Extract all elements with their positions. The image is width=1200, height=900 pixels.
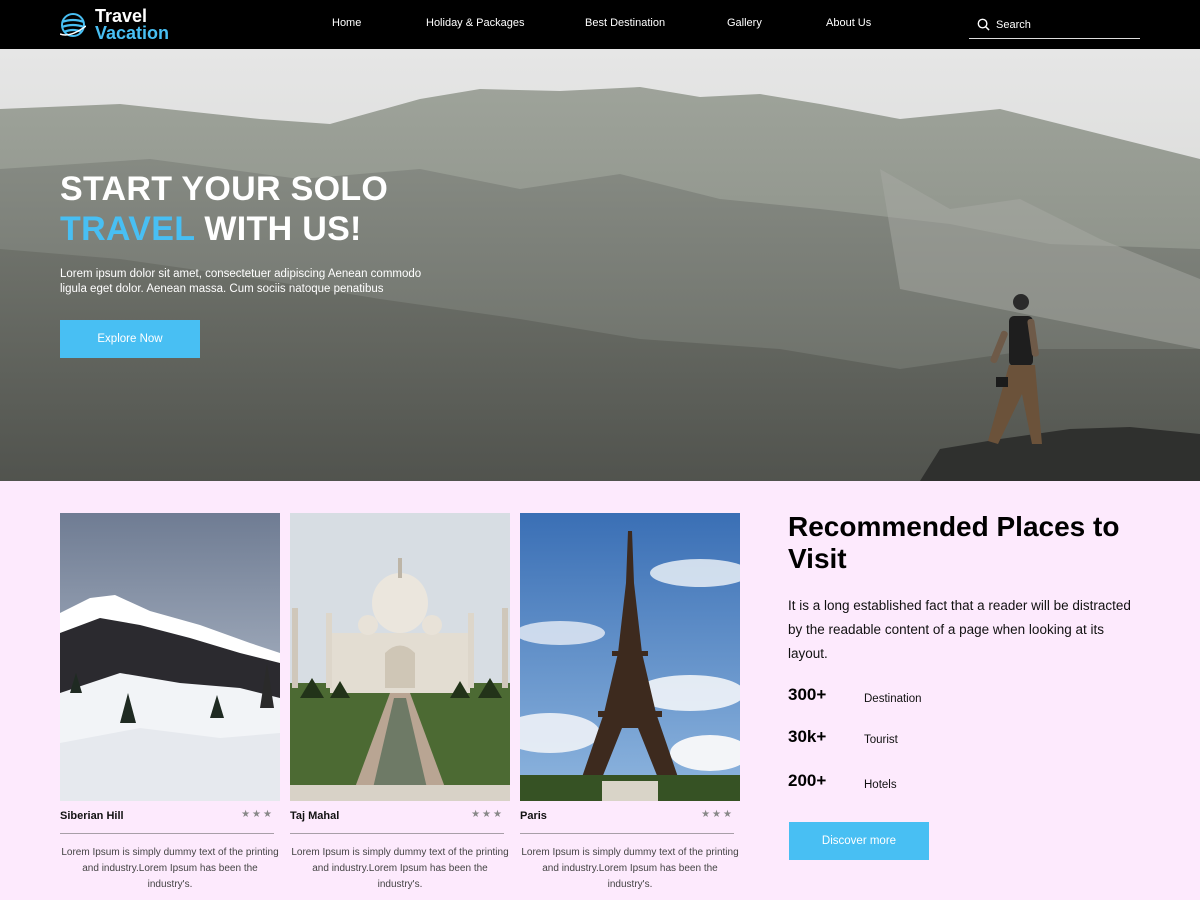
snowy-hill-photo [60,513,280,801]
card-header: Taj Mahal ★★★ [290,801,504,834]
taj-mahal-photo [290,513,510,801]
nav-link-gallery[interactable]: Gallery [727,17,762,29]
eiffel-tower-photo [520,513,740,801]
top-navbar: Travel Vacation Home Holiday & Packages … [0,0,1200,49]
explore-now-button[interactable]: Explore Now [60,320,200,358]
hero-heading-line2: TRAVEL WITH US! [60,209,388,249]
star-rating-icon: ★★★ [701,809,734,820]
nav-link-best-destination[interactable]: Best Destination [585,17,665,29]
destination-card-taj-mahal[interactable]: Taj Mahal ★★★ Lorem Ipsum is simply dumm… [290,513,510,893]
stat-hotels-label: Hotels [864,779,897,791]
card-description: Lorem Ipsum is simply dummy text of the … [521,847,739,890]
stat-tourist-label: Tourist [864,734,898,746]
card-title: Taj Mahal [290,810,340,822]
stat-destination-label: Destination [864,693,922,705]
search-box [969,11,1140,39]
card-description: Lorem Ipsum is simply dummy text of the … [61,847,279,890]
card-title: Paris [520,810,547,822]
star-rating-icon: ★★★ [241,809,274,820]
destination-card-paris[interactable]: Paris ★★★ Lorem Ipsum is simply dummy te… [520,513,740,893]
search-icon[interactable] [977,18,990,31]
hero-description: Lorem ipsum dolor sit amet, consectetuer… [60,268,422,295]
search-input[interactable] [996,15,1136,35]
brand-logo[interactable]: Travel Vacation [60,7,169,43]
card-header: Paris ★★★ [520,801,734,834]
card-title: Siberian Hill [60,810,124,822]
nav-link-holiday-packages[interactable]: Holiday & Packages [426,17,524,29]
hero-heading-line1: START YOUR SOLO [60,170,389,208]
stat-tourist-value: 30k+ [788,727,827,746]
brand-name-line2: Vacation [95,23,170,43]
hero-heading-rest: WITH US! [194,210,362,248]
hero-heading: START YOUR SOLO TRAVEL WITH US! [60,169,388,249]
discover-more-button[interactable]: Discover more [789,822,929,860]
card-description: Lorem Ipsum is simply dummy text of the … [291,847,509,890]
recommended-heading: Recommended Places to Visit [788,511,1120,574]
mountain-hiker-photo [0,49,1200,481]
destination-card-siberian-hill[interactable]: Siberian Hill ★★★ Lorem Ipsum is simply … [60,513,280,893]
recommended-description: It is a long established fact that a rea… [788,598,1131,661]
nav-link-about-us[interactable]: About Us [826,17,871,29]
star-rating-icon: ★★★ [471,809,504,820]
hero-banner: START YOUR SOLO TRAVEL WITH US! Lorem ip… [0,49,1200,481]
stat-hotels-value: 200+ [788,771,827,790]
hero-heading-accent: TRAVEL [60,210,195,248]
nav-link-home[interactable]: Home [332,17,361,29]
globe-logo-icon [60,13,86,37]
stat-destination-value: 300+ [788,685,827,704]
card-header: Siberian Hill ★★★ [60,801,274,834]
